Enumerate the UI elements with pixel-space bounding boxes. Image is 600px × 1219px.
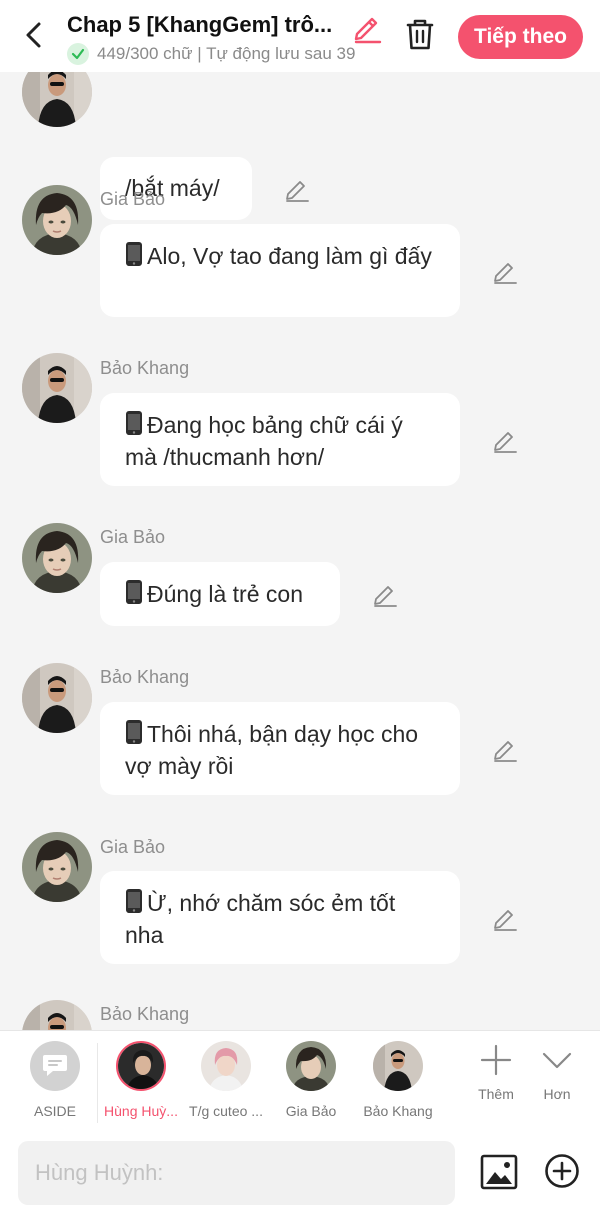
message-bubble[interactable]: Thôi nhá, bận dạy học cho vợ mày rồi (100, 702, 460, 795)
more-label: Hơn (543, 1086, 571, 1102)
edit-message-button[interactable] (492, 736, 518, 762)
edit-message-button[interactable] (284, 176, 310, 202)
character-tg-cuteo[interactable]: T/g cuteo ... (186, 1041, 266, 1119)
avatar (201, 1041, 251, 1091)
edit-title-button[interactable] (350, 10, 384, 44)
character-label: ASIDE (33, 1103, 76, 1119)
pencil-icon (494, 432, 517, 453)
character-label: Gia Bảo (285, 1103, 337, 1119)
avatar-bao-khang[interactable] (22, 72, 92, 127)
message-text: Đúng là trẻ con (147, 581, 303, 607)
divider (97, 1043, 98, 1123)
delete-button[interactable] (402, 16, 438, 54)
speaker-name: Gia Bảo (100, 837, 166, 857)
message-bubble[interactable]: Ừ, nhớ chăm sóc ẻm tốt nha (100, 871, 460, 964)
trash-icon (406, 19, 434, 50)
add-label: Thêm (478, 1086, 514, 1102)
message-bubble[interactable]: Đúng là trẻ con (100, 562, 340, 626)
chevron-left-icon (26, 22, 41, 48)
speaker-name: Gia Bảo (100, 189, 166, 209)
avatar (286, 1041, 336, 1091)
next-button[interactable]: Tiếp theo (458, 15, 583, 59)
phone-icon (125, 888, 143, 921)
character-label: Hùng Huỳ... (104, 1103, 178, 1119)
more-button[interactable]: Hơn (527, 1043, 587, 1102)
avatar-bao-khang[interactable] (22, 353, 92, 423)
chapter-title[interactable]: Chap 5 [KhangGem] trô... (67, 12, 342, 38)
character-hung-huynh[interactable]: Hùng Huỳ... (101, 1041, 181, 1119)
add-character-button[interactable]: Thêm (466, 1043, 526, 1102)
image-icon (480, 1154, 518, 1190)
avatar-gia-bao[interactable] (22, 185, 92, 255)
character-label: Bảo Khang (363, 1103, 433, 1119)
edit-message-button[interactable] (492, 258, 518, 284)
message-bubble[interactable]: Alo, Vợ tao đang làm gì đấy (100, 224, 460, 317)
avatar (116, 1041, 166, 1091)
pencil-icon (286, 181, 309, 202)
check-icon (67, 43, 89, 65)
character-bar: ASIDE Hùng Huỳ... T/g cuteo ... Gia Bảo … (0, 1030, 600, 1131)
phone-icon (125, 410, 143, 443)
back-button[interactable] (18, 18, 52, 52)
message-text: Ừ, nhớ chăm sóc ẻm tốt nha (125, 890, 396, 948)
character-aside[interactable]: ASIDE (15, 1041, 95, 1119)
chevron-down-icon (542, 1052, 572, 1069)
speaker-name: Gia Bảo (100, 527, 166, 547)
word-count-text: 449/300 chữ | Tự động lưu sau 39 (97, 44, 356, 63)
add-button[interactable] (544, 1153, 580, 1189)
phone-icon (125, 579, 143, 612)
message-text: Thôi nhá, bận dạy học cho vợ mày rồi (125, 721, 419, 779)
top-bar: Chap 5 [KhangGem] trô... 449/300 chữ | T… (0, 0, 600, 72)
speaker-name: Bảo Khang (100, 358, 190, 378)
avatar-gia-bao[interactable] (22, 832, 92, 902)
pencil-icon (494, 910, 517, 931)
save-status: 449/300 chữ | Tự động lưu sau 39 (67, 43, 387, 65)
pencil-icon (494, 741, 517, 762)
phone-icon (125, 719, 143, 752)
pencil-icon (494, 263, 517, 284)
plus-icon (480, 1044, 512, 1076)
character-gia-bao[interactable]: Gia Bảo (271, 1041, 351, 1119)
message-icon (30, 1041, 80, 1091)
plus-circle-icon (545, 1154, 579, 1188)
speaker-name: Bảo Khang (100, 667, 190, 687)
avatar-gia-bao[interactable] (22, 523, 92, 593)
message-text: Đang học bảng chữ cái ý mà /thucmanh hơn… (125, 412, 403, 470)
phone-icon (125, 241, 143, 274)
edit-message-button[interactable] (492, 427, 518, 453)
avatar (373, 1041, 423, 1091)
character-label: T/g cuteo ... (189, 1103, 263, 1119)
edit-message-button[interactable] (492, 905, 518, 931)
pencil-icon (374, 586, 397, 607)
avatar-bao-khang[interactable] (22, 663, 92, 733)
message-input[interactable] (18, 1141, 455, 1205)
speaker-name: Bảo Khang (100, 1004, 190, 1024)
composer-bar (0, 1131, 600, 1219)
edit-message-button[interactable] (372, 581, 398, 607)
character-bao-khang[interactable]: Bảo Khang (358, 1041, 438, 1119)
message-text: Alo, Vợ tao đang làm gì đấy (147, 243, 432, 269)
avatar-bao-khang[interactable] (22, 1000, 92, 1030)
chat-list[interactable]: /bắt máy/ Gia Bảo Alo, Vợ tao đang làm g… (0, 72, 600, 1030)
insert-image-button[interactable] (480, 1153, 518, 1191)
message-bubble[interactable]: Đang học bảng chữ cái ý mà /thucmanh hơn… (100, 393, 460, 486)
pencil-icon (354, 17, 382, 44)
